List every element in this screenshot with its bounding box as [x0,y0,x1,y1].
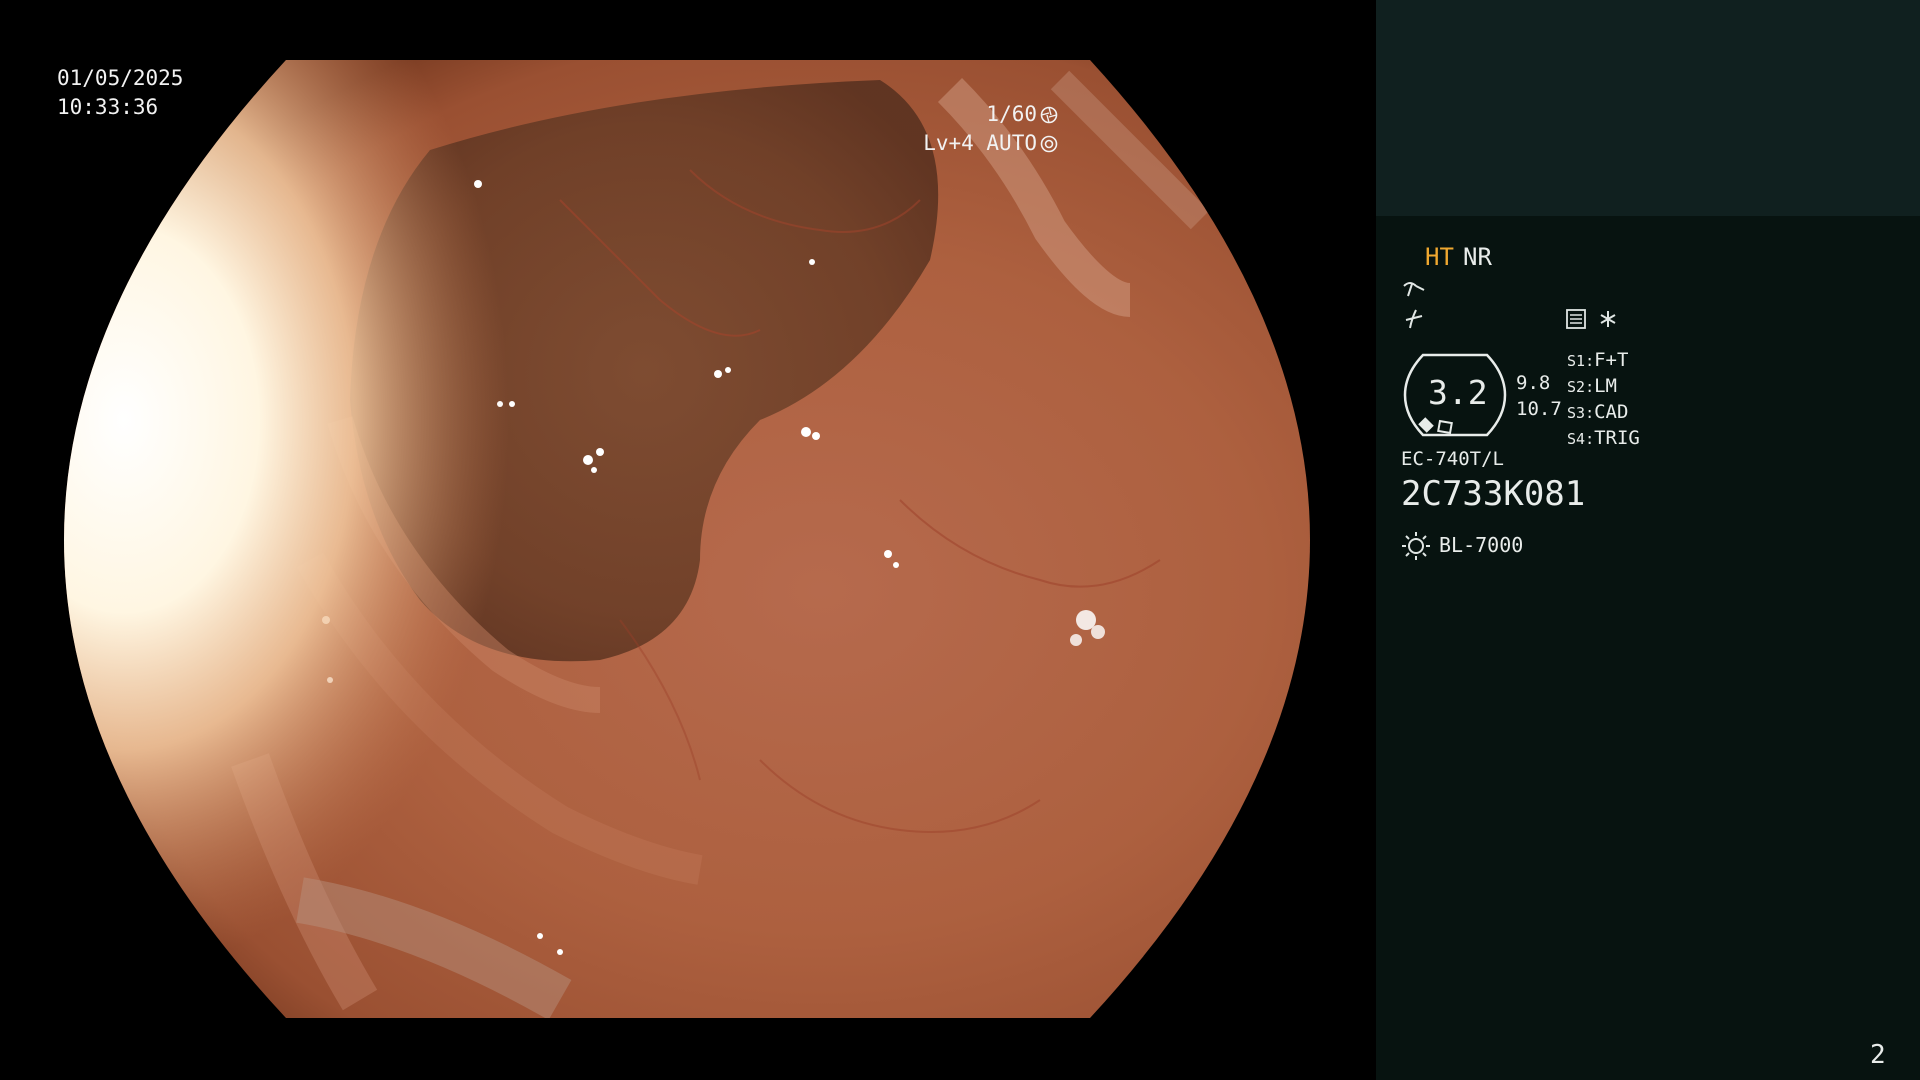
iris-auto-icon [1040,135,1058,153]
info-panel [1376,216,1920,1080]
shutter-label: 1/60 [986,102,1037,126]
slot-s3: S3:CAD [1567,401,1629,423]
endoscopic-image [64,60,1310,1018]
page-number: 2 [1870,1040,1886,1070]
ht-mode-label: HT [1425,243,1454,271]
zoom-value: 3.2 [1428,373,1488,412]
slot-value: TRIG [1594,427,1640,449]
near-value-2: 10.7 [1516,398,1562,420]
light-source-label: BL-7000 [1439,533,1524,557]
slot-value: LM [1594,375,1617,397]
record-icon [1566,309,1586,329]
scope-serial: 2C733K081 [1401,474,1586,514]
light-source-icon [1402,532,1430,560]
nr-mode-label: NR [1463,243,1492,271]
panel-header [1376,0,1920,216]
slot-value: CAD [1594,401,1629,423]
date-label: 01/05/2025 [57,66,184,90]
slot-s1: S1:F+T [1567,349,1629,371]
near-values: 9.8 10.7 [1516,370,1562,422]
aperture-icon [1040,106,1058,124]
color-mode-icon [1405,309,1423,329]
structure-enhance-icon [1403,282,1425,297]
exposure-label: Lv+4 AUTO [923,131,1037,155]
slot-key: S4 [1567,430,1586,448]
exposure-info: 1/60 Lv+4 AUTO [923,100,1058,158]
slot-key: S3 [1567,404,1586,422]
slot-s2: S2:LM [1567,375,1617,397]
asterisk-icon [1600,311,1616,327]
timestamp: 01/05/2025 10:33:36 [57,64,183,122]
slot-key: S2 [1567,378,1586,396]
scope-model: EC-740T/L [1401,448,1504,470]
near-value-1: 9.8 [1516,372,1551,394]
switch-assignments: S1:F+T S2:LM S3:CAD S4:TRIG [1567,348,1640,452]
slot-s4: S4:TRIG [1567,427,1640,449]
slot-key: S1 [1567,352,1586,370]
slot-value: F+T [1594,349,1629,371]
time-label: 10:33:36 [57,95,159,119]
